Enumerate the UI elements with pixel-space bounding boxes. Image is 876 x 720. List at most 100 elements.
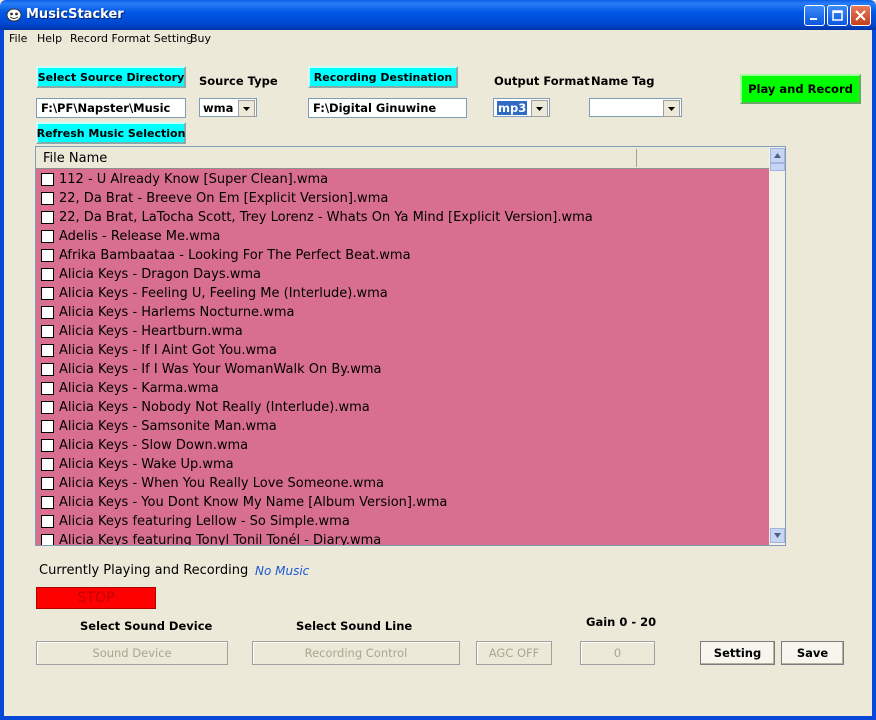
source-type-select[interactable]: wma: [199, 98, 257, 117]
checkbox-icon[interactable]: [41, 173, 54, 186]
checkbox-icon[interactable]: [41, 401, 54, 414]
file-name: Alicia Keys - You Dont Know My Name [Alb…: [59, 495, 448, 510]
dropdown-arrow-icon[interactable]: [238, 100, 255, 117]
output-format-select[interactable]: mp3: [493, 98, 550, 117]
checkbox-icon[interactable]: [41, 306, 54, 319]
sound-device-button[interactable]: Sound Device: [36, 641, 228, 665]
checkbox-icon[interactable]: [41, 420, 54, 433]
file-name: Alicia Keys - If I Aint Got You.wma: [59, 343, 277, 358]
name-tag-select[interactable]: [589, 98, 682, 117]
gain-value-field[interactable]: 0: [580, 641, 655, 665]
scroll-up-icon[interactable]: [770, 148, 785, 163]
list-item[interactable]: Alicia Keys - Dragon Days.wma: [36, 265, 769, 284]
list-item[interactable]: 112 - U Already Know [Super Clean].wma: [36, 170, 769, 189]
checkbox-icon[interactable]: [41, 192, 54, 205]
maximize-button[interactable]: [827, 5, 848, 26]
checkbox-icon[interactable]: [41, 249, 54, 262]
menu-record-format-setting[interactable]: Record Format Setting: [70, 32, 193, 45]
file-name: Alicia Keys - Dragon Days.wma: [59, 267, 262, 282]
vertical-scrollbar[interactable]: [769, 147, 785, 545]
recording-destination-field[interactable]: F:\Digital Ginuwine: [308, 98, 467, 118]
minimize-icon: [810, 18, 817, 20]
window-border-right: [872, 30, 876, 720]
window-border-bottom: [0, 716, 876, 720]
checkbox-icon[interactable]: [41, 477, 54, 490]
window-title: MusicStacker: [26, 7, 124, 22]
checkbox-icon[interactable]: [41, 534, 54, 545]
checkbox-icon[interactable]: [41, 382, 54, 395]
list-item[interactable]: Alicia Keys featuring Tonyl Tonil Tonél …: [36, 531, 769, 545]
play-and-record-button[interactable]: Play and Record: [740, 74, 861, 104]
name-tag-label: Name Tag: [591, 74, 655, 88]
list-item[interactable]: Alicia Keys - When You Really Love Someo…: [36, 474, 769, 493]
list-item[interactable]: Alicia Keys featuring Lellow - So Simple…: [36, 512, 769, 531]
scroll-down-icon[interactable]: [770, 528, 785, 543]
list-item[interactable]: Adelis - Release Me.wma: [36, 227, 769, 246]
checkbox-icon[interactable]: [41, 211, 54, 224]
checkbox-icon[interactable]: [41, 496, 54, 509]
list-item[interactable]: Alicia Keys - Heartburn.wma: [36, 322, 769, 341]
file-name: 22, Da Brat, LaTocha Scott, Trey Lorenz …: [59, 210, 593, 225]
column-divider[interactable]: [636, 149, 637, 167]
file-name: Alicia Keys - Nobody Not Really (Interlu…: [59, 400, 370, 415]
save-button[interactable]: Save: [781, 641, 844, 665]
scroll-thumb[interactable]: [770, 163, 785, 171]
list-header: File Name: [36, 147, 769, 169]
column-header-file-name[interactable]: File Name: [43, 151, 107, 166]
list-item[interactable]: Alicia Keys - Harlems Nocturne.wma: [36, 303, 769, 322]
file-name: Alicia Keys - Feeling U, Feeling Me (Int…: [59, 286, 388, 301]
file-name: Adelis - Release Me.wma: [59, 229, 221, 244]
file-name: Alicia Keys - Harlems Nocturne.wma: [59, 305, 295, 320]
list-item[interactable]: Alicia Keys - You Dont Know My Name [Alb…: [36, 493, 769, 512]
list-item[interactable]: 22, Da Brat - Breeve On Em [Explicit Ver…: [36, 189, 769, 208]
file-name: 22, Da Brat - Breeve On Em [Explicit Ver…: [59, 191, 389, 206]
checkbox-icon[interactable]: [41, 325, 54, 338]
select-source-directory-button[interactable]: Select Source Directory: [36, 66, 186, 88]
checkbox-icon[interactable]: [41, 515, 54, 528]
dropdown-arrow-icon[interactable]: [531, 100, 548, 117]
menu-help[interactable]: Help: [37, 32, 62, 45]
list-rows: 112 - U Already Know [Super Clean].wma 22…: [36, 170, 769, 545]
list-item[interactable]: Alicia Keys - Nobody Not Really (Interlu…: [36, 398, 769, 417]
window-border-left: [0, 30, 4, 720]
setting-button[interactable]: Setting: [700, 641, 775, 665]
menu-file[interactable]: File: [9, 32, 27, 45]
file-name: Alicia Keys - Karma.wma: [59, 381, 219, 396]
list-item[interactable]: Alicia Keys - Samsonite Man.wma: [36, 417, 769, 436]
close-icon: [855, 10, 866, 21]
file-list[interactable]: File Name 112 - U Already Know [Super Cl…: [35, 146, 786, 546]
checkbox-icon[interactable]: [41, 344, 54, 357]
source-type-label: Source Type: [199, 74, 278, 88]
recording-destination-button[interactable]: Recording Destination: [308, 66, 458, 88]
checkbox-icon[interactable]: [41, 287, 54, 300]
list-item[interactable]: Alicia Keys - If I Aint Got You.wma: [36, 341, 769, 360]
list-item[interactable]: 22, Da Brat, LaTocha Scott, Trey Lorenz …: [36, 208, 769, 227]
checkbox-icon[interactable]: [41, 230, 54, 243]
list-item[interactable]: Alicia Keys - If I Was Your WomanWalk On…: [36, 360, 769, 379]
close-button[interactable]: [850, 5, 871, 26]
currently-playing-label: Currently Playing and Recording: [39, 563, 249, 578]
sound-device-label: Select Sound Device: [80, 619, 213, 633]
list-item[interactable]: Alicia Keys - Feeling U, Feeling Me (Int…: [36, 284, 769, 303]
list-item[interactable]: Afrika Bambaataa - Looking For The Perfe…: [36, 246, 769, 265]
checkbox-icon[interactable]: [41, 439, 54, 452]
recording-control-button[interactable]: Recording Control: [252, 641, 460, 665]
file-name: Alicia Keys - Slow Down.wma: [59, 438, 249, 453]
checkbox-icon[interactable]: [41, 458, 54, 471]
checkbox-icon[interactable]: [41, 268, 54, 281]
minimize-button[interactable]: [804, 5, 825, 26]
dropdown-arrow-icon[interactable]: [663, 100, 680, 117]
menu-buy[interactable]: Buy: [190, 32, 211, 45]
list-item[interactable]: Alicia Keys - Karma.wma: [36, 379, 769, 398]
file-name: Afrika Bambaataa - Looking For The Perfe…: [59, 248, 411, 263]
file-name: Alicia Keys - Samsonite Man.wma: [59, 419, 277, 434]
checkbox-icon[interactable]: [41, 363, 54, 376]
source-directory-field[interactable]: F:\PF\Napster\Music: [36, 98, 186, 118]
file-name: Alicia Keys - When You Really Love Someo…: [59, 476, 384, 491]
list-item[interactable]: Alicia Keys - Wake Up.wma: [36, 455, 769, 474]
agc-toggle-button[interactable]: AGC OFF: [476, 641, 552, 665]
list-item[interactable]: Alicia Keys - Slow Down.wma: [36, 436, 769, 455]
refresh-music-selection-button[interactable]: Refresh Music Selection: [36, 122, 186, 144]
stop-button[interactable]: STOP: [36, 587, 156, 609]
source-type-value: wma: [203, 101, 234, 115]
